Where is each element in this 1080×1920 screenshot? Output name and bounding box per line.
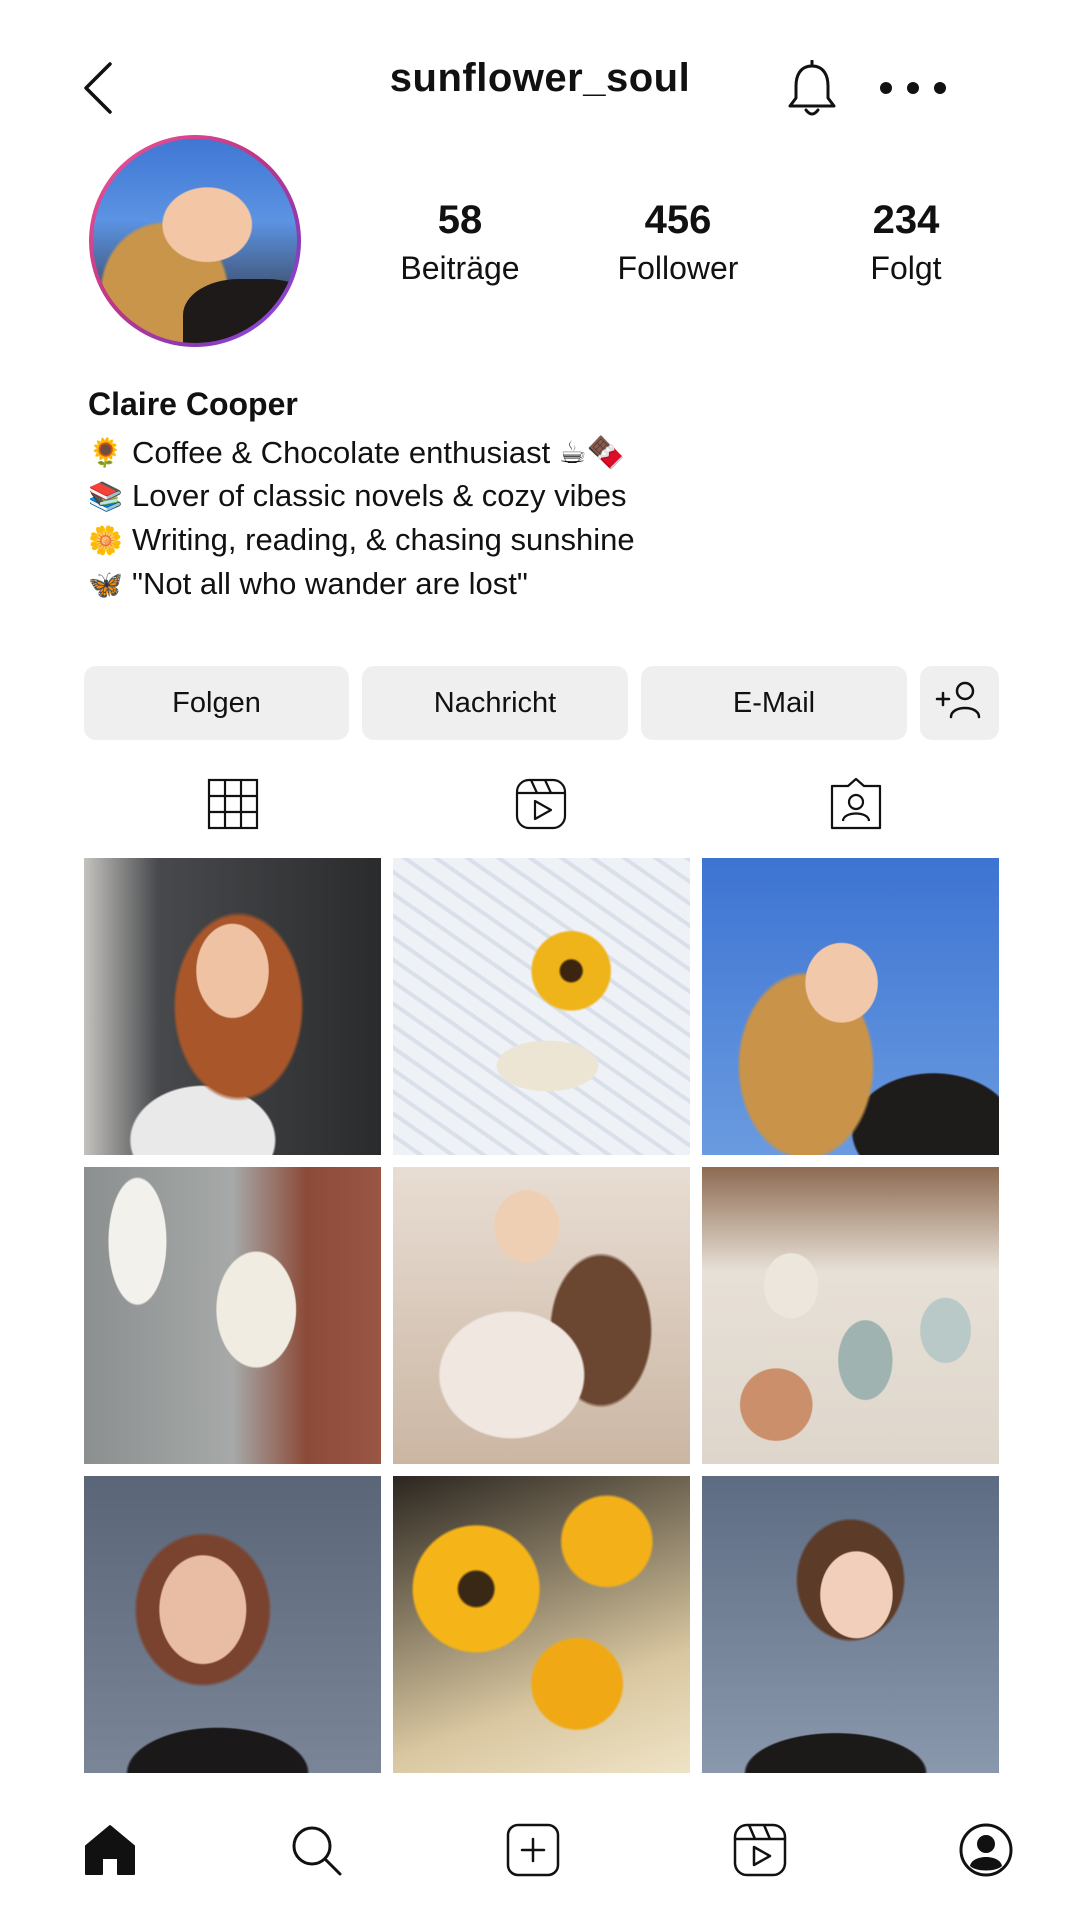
bio-text: "Not all who wander are lost" (132, 566, 528, 601)
message-button[interactable]: Nachricht (362, 666, 628, 740)
stat-following-count: 234 (872, 198, 940, 242)
bio-line: 🌻 Coffee & Chocolate enthusiast ☕🍫 (88, 430, 888, 474)
grid-post[interactable] (393, 1167, 690, 1464)
home-icon[interactable] (82, 1822, 138, 1878)
bio-line: 📚 Lover of classic novels & cozy vibes (88, 474, 888, 518)
stat-posts-label: Beiträge (400, 250, 520, 286)
reels-icon[interactable] (513, 776, 569, 832)
email-button[interactable]: E-Mail (641, 666, 907, 740)
create-post-icon[interactable] (505, 1822, 561, 1878)
blossom-emoji: 🌼 (88, 523, 123, 557)
sunflower-emoji: 🌻 (88, 435, 123, 469)
avatar-photo (93, 139, 297, 343)
books-emoji: 📚 (88, 479, 123, 513)
reels-nav-icon[interactable] (732, 1822, 788, 1878)
bio-line: 🦋 "Not all who wander are lost" (88, 562, 888, 606)
stat-posts-count: 58 (437, 198, 483, 242)
grid-post[interactable] (393, 1476, 690, 1773)
stat-posts[interactable]: 58 Beiträge (360, 198, 560, 290)
stat-followers-count: 456 (644, 198, 712, 242)
grid-post[interactable] (702, 1167, 999, 1464)
more-options-icon[interactable] (878, 80, 948, 96)
profile-bio: 🌻 Coffee & Chocolate enthusiast ☕🍫 📚 Lov… (88, 430, 888, 606)
bio-line: 🌼 Writing, reading, & chasing sunshine (88, 518, 888, 562)
bio-text: Writing, reading, & chasing sunshine (132, 522, 635, 557)
stat-following[interactable]: 234 Folgt (806, 198, 1006, 290)
grid-post[interactable] (84, 858, 381, 1155)
profile-avatar[interactable] (89, 135, 301, 347)
grid-post[interactable] (702, 858, 999, 1155)
grid-post[interactable] (84, 1167, 381, 1464)
follow-button[interactable]: Folgen (84, 666, 349, 740)
search-icon[interactable] (288, 1822, 344, 1878)
stat-followers[interactable]: 456 Follower (578, 198, 778, 290)
butterfly-emoji: 🦋 (88, 567, 123, 601)
posts-grid (84, 858, 999, 1773)
bell-icon[interactable] (786, 59, 838, 118)
grid-post[interactable] (84, 1476, 381, 1773)
grid-post[interactable] (393, 858, 690, 1155)
bio-text: Coffee & Chocolate enthusiast ☕🍫 (132, 434, 626, 470)
bio-text: Lover of classic novels & cozy vibes (132, 478, 627, 513)
profile-name: Claire Cooper (88, 386, 298, 422)
profile-icon[interactable] (958, 1822, 1014, 1878)
tagged-icon[interactable] (828, 776, 884, 832)
grid-post[interactable] (702, 1476, 999, 1773)
add-person-icon (935, 679, 985, 727)
stat-following-label: Folgt (870, 250, 942, 286)
grid-icon[interactable] (205, 776, 261, 832)
stat-followers-label: Follower (617, 250, 739, 286)
suggest-people-button[interactable] (920, 666, 999, 740)
